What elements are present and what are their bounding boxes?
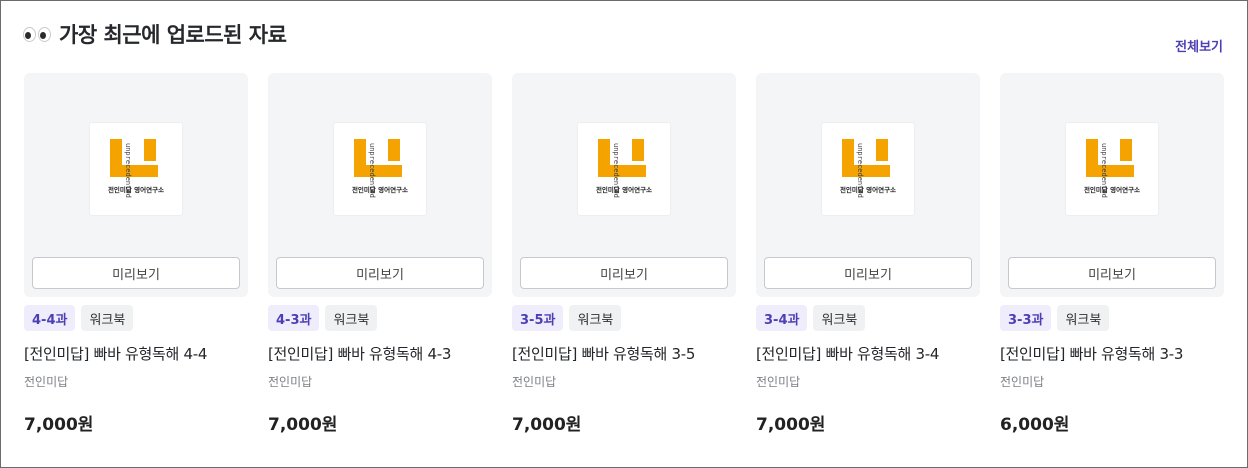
product-name[interactable]: [전인미답] 빠바 유형독해 3-4 <box>756 343 980 364</box>
product-card[interactable]: unprecedented 전인미답 영어연구소 미리보기 3-5과 워크북 [… <box>512 73 736 435</box>
product-thumbnail[interactable]: unprecedented 전인미답 영어연구소 미리보기 <box>756 73 980 297</box>
preview-button[interactable]: 미리보기 <box>764 257 972 289</box>
product-price: 7,000원 <box>24 415 94 435</box>
product-name[interactable]: [전인미답] 빠바 유형독해 3-3 <box>1000 343 1224 364</box>
tag-group: 4-4과 워크북 <box>24 305 248 331</box>
type-tag: 워크북 <box>325 305 378 331</box>
brand-logo: unprecedented 전인미답 영어연구소 <box>334 123 426 215</box>
svg-text:전인미답 영어연구소: 전인미답 영어연구소 <box>1084 185 1140 194</box>
view-all-link[interactable]: 전체보기 <box>1175 36 1223 55</box>
product-thumbnail[interactable]: unprecedented 전인미답 영어연구소 미리보기 <box>268 73 492 297</box>
lesson-tag: 3-3과 <box>1000 305 1052 331</box>
recent-uploads-section: 가장 최근에 업로드된 자료 전체보기 unprecedented 전인미답 영… <box>0 0 1248 468</box>
product-thumbnail[interactable]: unprecedented 전인미답 영어연구소 미리보기 <box>24 73 248 297</box>
product-card[interactable]: unprecedented 전인미답 영어연구소 미리보기 3-3과 워크북 [… <box>1000 73 1224 435</box>
product-price: 7,000원 <box>756 415 826 435</box>
product-card[interactable]: unprecedented 전인미답 영어연구소 미리보기 4-3과 워크북 [… <box>268 73 492 435</box>
tag-group: 3-3과 워크북 <box>1000 305 1224 331</box>
svg-text:전인미답 영어연구소: 전인미답 영어연구소 <box>352 185 408 194</box>
type-tag: 워크북 <box>1057 305 1110 331</box>
product-author: 전인미답 <box>1000 375 1045 389</box>
lesson-tag: 3-5과 <box>512 305 564 331</box>
eyes-emoji-icon <box>23 26 51 42</box>
type-tag: 워크북 <box>81 305 134 331</box>
product-price: 7,000원 <box>268 415 338 435</box>
product-author: 전인미답 <box>24 375 69 389</box>
product-card[interactable]: unprecedented 전인미답 영어연구소 미리보기 4-4과 워크북 [… <box>24 73 248 435</box>
product-author: 전인미답 <box>756 375 801 389</box>
product-card[interactable]: unprecedented 전인미답 영어연구소 미리보기 3-4과 워크북 [… <box>756 73 980 435</box>
tag-group: 3-4과 워크북 <box>756 305 980 331</box>
svg-text:전인미답 영어연구소: 전인미답 영어연구소 <box>596 185 652 194</box>
preview-button[interactable]: 미리보기 <box>32 257 240 289</box>
lesson-tag: 4-3과 <box>268 305 320 331</box>
preview-button[interactable]: 미리보기 <box>1008 257 1216 289</box>
product-price: 6,000원 <box>1000 415 1070 435</box>
product-price: 7,000원 <box>512 415 582 435</box>
preview-button[interactable]: 미리보기 <box>276 257 484 289</box>
product-thumbnail[interactable]: unprecedented 전인미답 영어연구소 미리보기 <box>512 73 736 297</box>
product-name[interactable]: [전인미답] 빠바 유형독해 4-3 <box>268 343 492 364</box>
tag-group: 3-5과 워크북 <box>512 305 736 331</box>
svg-text:전인미답 영어연구소: 전인미답 영어연구소 <box>108 185 164 194</box>
product-thumbnail[interactable]: unprecedented 전인미답 영어연구소 미리보기 <box>1000 73 1224 297</box>
section-header: 가장 최근에 업로드된 자료 <box>23 19 287 49</box>
product-card-list: unprecedented 전인미답 영어연구소 미리보기 4-4과 워크북 [… <box>24 73 1224 435</box>
brand-logo: unprecedented 전인미답 영어연구소 <box>822 123 914 215</box>
type-tag: 워크북 <box>569 305 622 331</box>
brand-logo: unprecedented 전인미답 영어연구소 <box>1066 123 1158 215</box>
product-author: 전인미답 <box>512 375 557 389</box>
type-tag: 워크북 <box>813 305 866 331</box>
lesson-tag: 4-4과 <box>24 305 76 331</box>
brand-logo: unprecedented 전인미답 영어연구소 <box>578 123 670 215</box>
product-author: 전인미답 <box>268 375 313 389</box>
brand-logo: unprecedented 전인미답 영어연구소 <box>90 123 182 215</box>
svg-text:전인미답 영어연구소: 전인미답 영어연구소 <box>840 185 896 194</box>
lesson-tag: 3-4과 <box>756 305 808 331</box>
section-title: 가장 최근에 업로드된 자료 <box>59 23 287 47</box>
product-name[interactable]: [전인미답] 빠바 유형독해 4-4 <box>24 343 248 364</box>
product-name[interactable]: [전인미답] 빠바 유형독해 3-5 <box>512 343 736 364</box>
preview-button[interactable]: 미리보기 <box>520 257 728 289</box>
tag-group: 4-3과 워크북 <box>268 305 492 331</box>
